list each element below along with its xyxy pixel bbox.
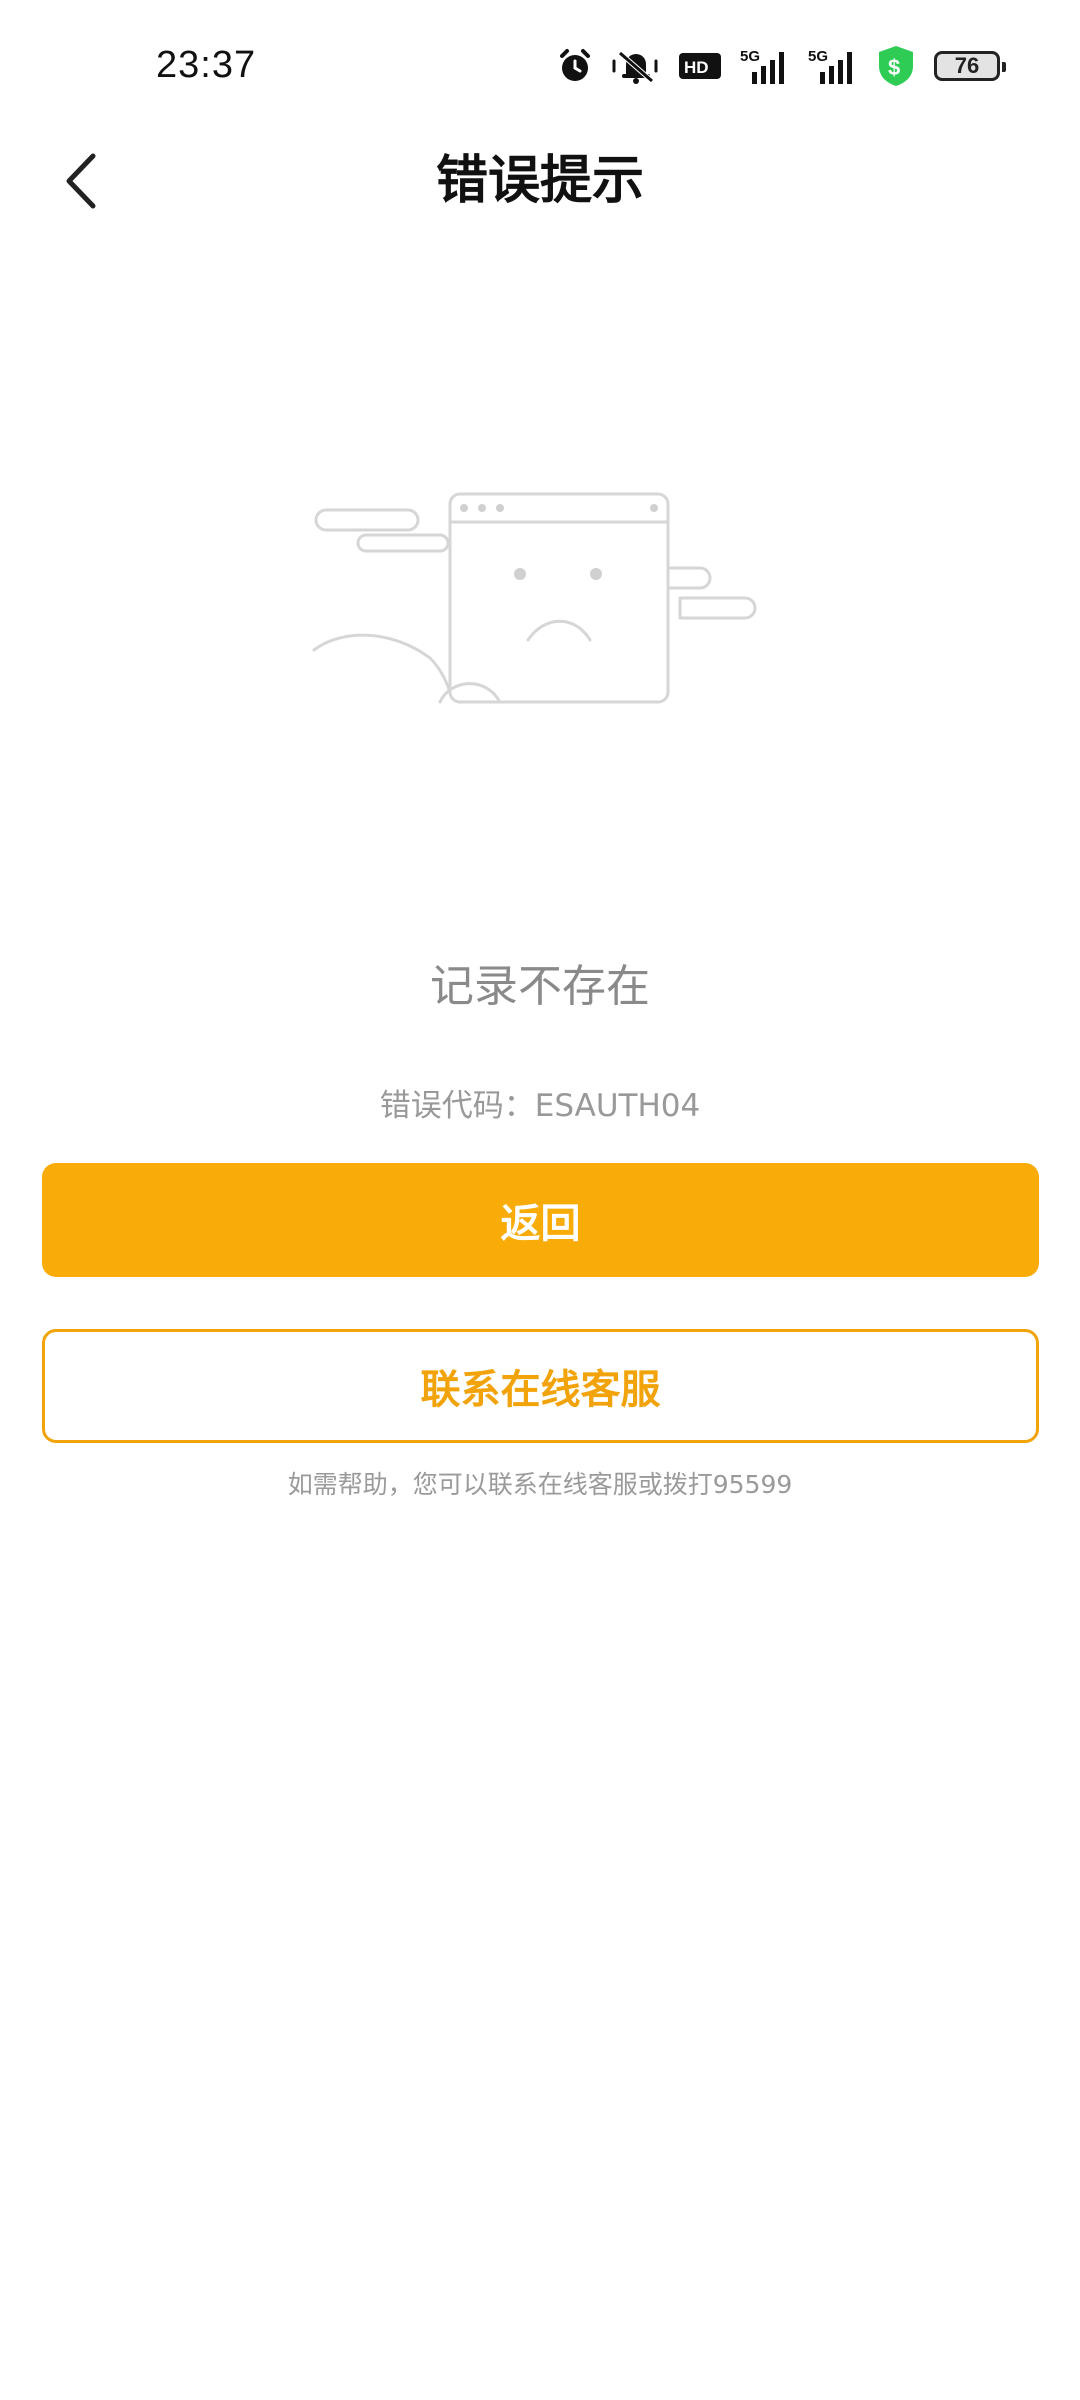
svg-text:5G: 5G	[740, 48, 760, 65]
svg-text:HD: HD	[684, 58, 709, 77]
error-message: 记录不存在	[430, 961, 650, 1012]
5g-signal-icon: 5G	[808, 48, 852, 84]
mute-icon	[612, 51, 658, 84]
battery-icon: 76	[934, 51, 1006, 81]
contact-service-button[interactable]: 联系在线客服	[42, 1329, 1039, 1443]
error-code: 错误代码：ESAUTH04	[379, 1088, 701, 1124]
alarm-icon	[560, 49, 590, 81]
status-icons: HD 5G 5G $ 76	[556, 44, 1006, 88]
header: 错误提示	[0, 136, 1080, 286]
5g-signal-icon: 5G	[740, 48, 784, 84]
page-title: 错误提示	[435, 151, 644, 211]
help-text: 如需帮助，您可以联系在线客服或拨打95599	[287, 1470, 793, 1499]
sad-browser-window-illustration	[312, 492, 757, 704]
status-time: 23:37	[156, 44, 257, 86]
svg-text:$: $	[888, 55, 900, 80]
back-action-button[interactable]: 返回	[42, 1163, 1039, 1277]
status-bar: 23:37 HD 5G 5G $ 76	[0, 0, 1080, 136]
svg-text:5G: 5G	[808, 48, 828, 65]
hd-icon: HD	[679, 53, 721, 79]
security-shield-icon: $	[879, 46, 913, 86]
